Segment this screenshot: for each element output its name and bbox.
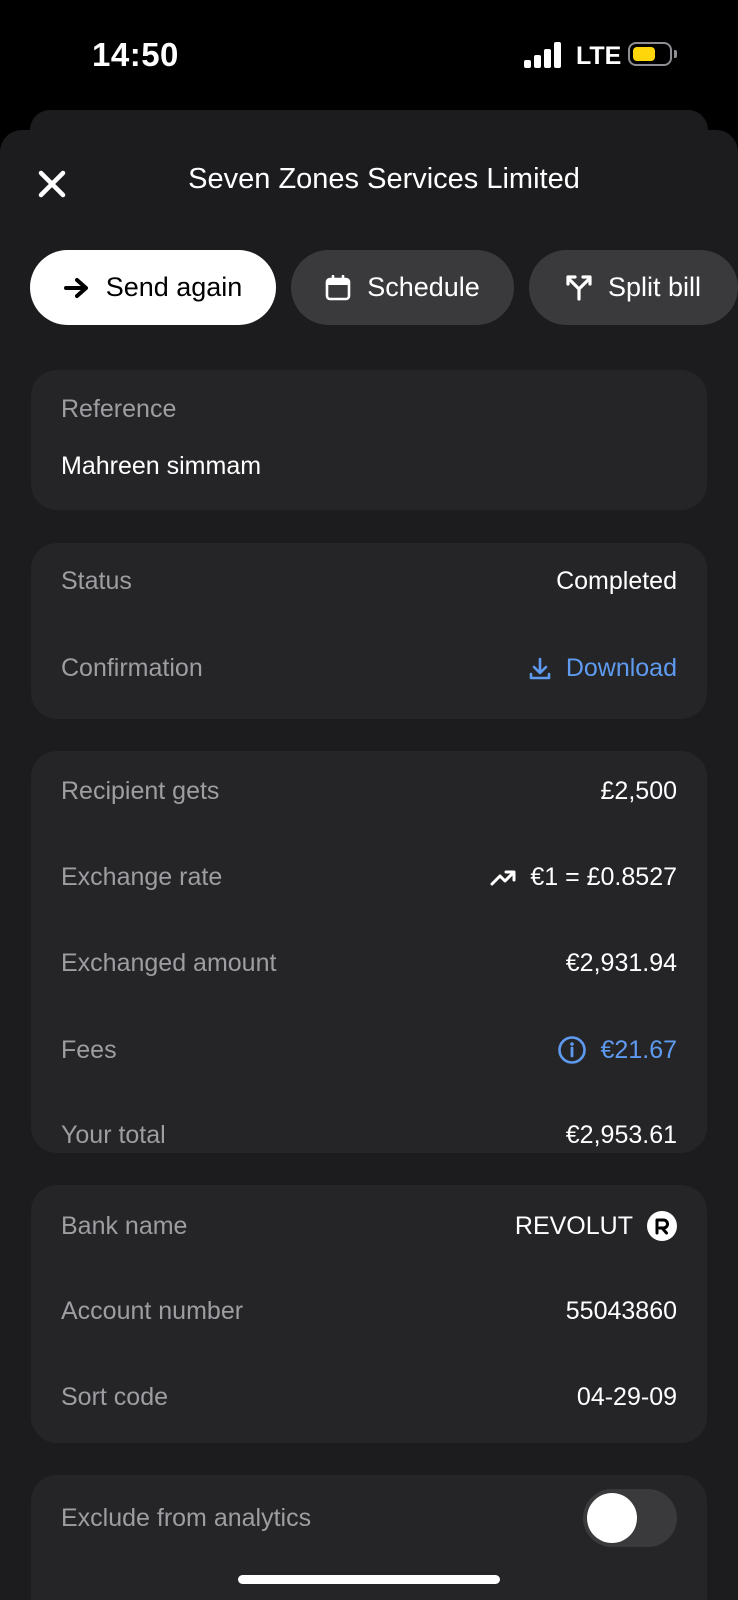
exchanged-row: Exchanged amount €2,931.94 [61,949,677,978]
trending-up-icon [490,870,516,885]
network-type: LTE [576,42,622,70]
recipient-value: £2,500 [600,777,677,805]
exchanged-value: €2,931.94 [565,949,677,977]
exclude-analytics-toggle[interactable] [583,1489,677,1547]
fees-info-button[interactable]: €21.67 [557,1035,677,1065]
fees-label: Fees [61,1035,117,1064]
amount-card: Recipient gets £2,500 Exchange rate €1 =… [31,751,707,1153]
calendar-icon [325,274,351,300]
send-again-button[interactable]: Send again [30,250,276,325]
page-title: Seven Zones Services Limited [188,163,580,195]
action-buttons: Send again Schedule Split bill [30,250,738,326]
split-bill-label: Split bill [607,272,702,302]
status-value: Completed [556,567,677,595]
download-icon [529,657,551,679]
send-again-label: Send again [105,272,243,302]
account-value: 55043860 [565,1297,677,1325]
reference-value: Mahreen simmam [61,452,262,480]
info-icon [557,1036,586,1064]
exchange-rate-label: Exchange rate [61,863,223,891]
sheet-header: Seven Zones Services Limited [0,130,738,240]
recipient-row: Recipient gets £2,500 [61,777,677,806]
confirmation-label: Confirmation [61,654,203,682]
fees-row: Fees €21.67 [61,1035,677,1065]
home-indicator[interactable] [238,1575,500,1584]
split-bill-button[interactable]: Split bill [529,250,738,325]
bank-card: Bank name REVOLUT Account number 5504386… [31,1185,707,1443]
status-label: Status [61,567,132,595]
bank-row: Bank name REVOLUT [61,1211,677,1241]
bank-label: Bank name [61,1211,188,1240]
sort-code-row: Sort code 04-29-09 [61,1383,677,1412]
download-button[interactable]: Download [528,654,677,683]
revolut-logo-icon [647,1211,677,1241]
schedule-label: Schedule [367,272,480,302]
status-bar: 14:50 LTE [0,0,738,110]
fees-value: €21.67 [600,1035,677,1064]
total-label: Your total [61,1121,166,1149]
download-label: Download [565,654,677,682]
account-label: Account number [61,1297,244,1325]
status-card: Status Completed Confirmation Download [31,543,707,719]
toggle-knob [587,1493,637,1543]
schedule-button[interactable]: Schedule [291,250,514,325]
split-icon [566,274,592,301]
reference-card: Reference Mahreen simmam [31,370,707,510]
sort-code-value: 04-29-09 [576,1383,677,1411]
signal-icon [524,42,564,68]
total-value: €2,953.61 [565,1121,677,1149]
exchange-rate-row: Exchange rate €1 = £0.8527 [61,863,677,892]
bank-value: REVOLUT [514,1211,633,1240]
status-row: Status Completed [61,567,677,596]
sort-code-label: Sort code [61,1383,169,1411]
reference-label: Reference [61,395,177,423]
status-time: 14:50 [92,36,179,73]
account-row: Account number 55043860 [61,1297,677,1326]
recipient-label: Recipient gets [61,777,220,805]
confirmation-row: Confirmation Download [61,654,677,683]
exchanged-label: Exchanged amount [61,949,277,977]
total-row: Your total €2,953.61 [61,1121,677,1150]
transaction-sheet: Seven Zones Services Limited Send again … [0,130,738,1600]
analytics-row: Exclude from analytics [61,1489,677,1547]
exchange-rate-value: €1 = £0.8527 [530,863,677,891]
analytics-label: Exclude from analytics [61,1503,312,1532]
arrow-right-icon [63,277,88,298]
battery-icon [628,42,677,66]
